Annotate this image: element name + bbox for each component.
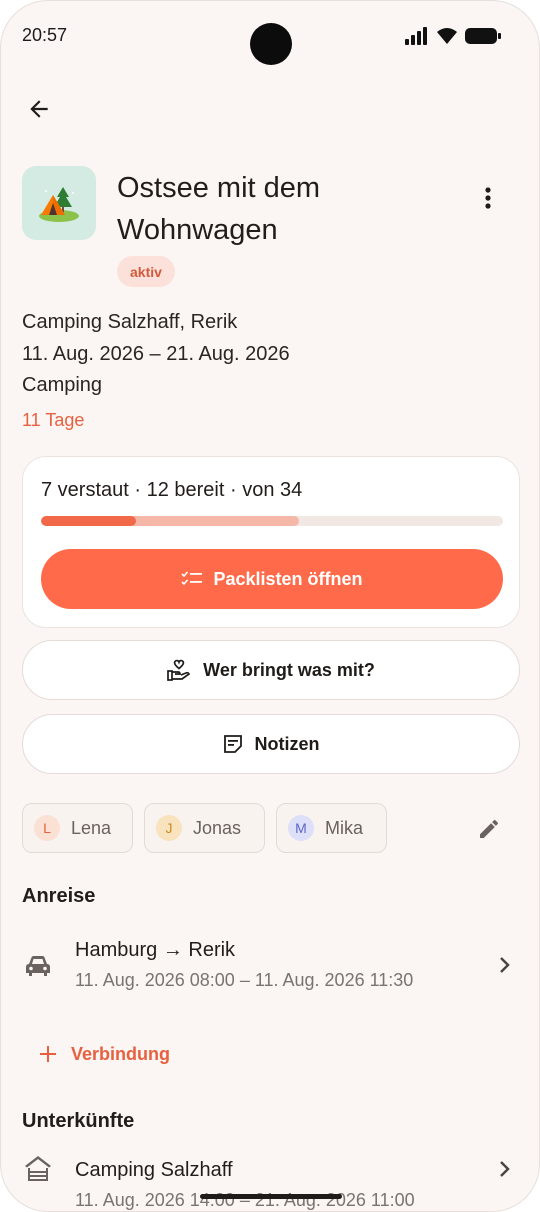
trip-type: Camping bbox=[22, 374, 103, 396]
notes-icon bbox=[223, 735, 242, 753]
travel-section-title: Anreise bbox=[22, 885, 96, 907]
packing-progress-bar bbox=[41, 516, 503, 526]
phone-screen: 20:57 Ostsee mit dem Wohnwagen aktiv Cam… bbox=[0, 0, 540, 1212]
route-to: Rerik bbox=[188, 939, 236, 961]
participant-name: Mika bbox=[325, 817, 364, 838]
status-time: 20:57 bbox=[22, 25, 68, 45]
trip-title: Ostsee mit dem Wohnwagen bbox=[117, 172, 321, 246]
packing-summary: 7 verstaut · 12 bereit · von 34 bbox=[41, 479, 303, 501]
progress-stowed-segment bbox=[41, 516, 137, 526]
open-packlists-label: Packlisten öffnen bbox=[213, 568, 363, 589]
participant-chip-lena[interactable]: L Lena bbox=[22, 803, 133, 853]
open-packlists-button[interactable]: Packlisten öffnen bbox=[41, 549, 503, 609]
more-vert-icon bbox=[485, 187, 491, 209]
travel-chevron-icon[interactable] bbox=[493, 953, 517, 977]
avatar: L bbox=[34, 815, 60, 841]
packing-card: 7 verstaut · 12 bereit · von 34 Packlist… bbox=[22, 456, 520, 628]
route-arrow: → bbox=[162, 939, 183, 961]
travel-time: 11. Aug. 2026 08:00 – 11. Aug. 2026 11:3… bbox=[75, 970, 414, 990]
plus-icon bbox=[40, 1046, 56, 1062]
trip-location: Camping Salzhaff, Rerik bbox=[22, 311, 238, 333]
participant-name: Jonas bbox=[193, 817, 242, 838]
back-button[interactable] bbox=[21, 91, 57, 127]
who-brings-button[interactable]: Wer bringt was mit? bbox=[22, 640, 520, 700]
car-icon bbox=[23, 951, 53, 981]
route-from: Hamburg bbox=[75, 939, 158, 961]
wifi-icon bbox=[436, 27, 458, 50]
edit-participants-button[interactable] bbox=[471, 811, 507, 847]
who-brings-label: Wer bringt was mit? bbox=[203, 659, 375, 680]
arrow-back-icon bbox=[30, 100, 48, 118]
pencil-icon bbox=[480, 819, 499, 838]
status-badge: aktiv bbox=[117, 256, 175, 287]
travel-route[interactable]: Hamburg → Rerik bbox=[75, 939, 235, 962]
home-indicator[interactable] bbox=[200, 1194, 342, 1199]
avatar: J bbox=[156, 815, 182, 841]
participant-chip-mika[interactable]: M Mika bbox=[276, 803, 387, 853]
camping-tent-icon bbox=[39, 187, 79, 222]
add-connection-label: Verbindung bbox=[71, 1043, 170, 1064]
volunteer-hand-icon bbox=[167, 659, 191, 681]
accommodations-section-title: Unterkünfte bbox=[22, 1110, 135, 1132]
camera-cutout bbox=[250, 23, 292, 65]
cabin-icon bbox=[23, 1153, 53, 1183]
checklist-icon bbox=[181, 571, 203, 586]
participant-name: Lena bbox=[71, 817, 112, 838]
status-icons bbox=[405, 27, 501, 50]
notes-button[interactable]: Notizen bbox=[22, 714, 520, 774]
signal-icon bbox=[405, 27, 429, 50]
avatar: M bbox=[288, 815, 314, 841]
battery-icon bbox=[465, 27, 501, 50]
trip-dates: 11. Aug. 2026 – 21. Aug. 2026 bbox=[22, 343, 290, 365]
more-options-button[interactable] bbox=[473, 181, 503, 215]
accommodation-chevron-icon[interactable] bbox=[493, 1157, 517, 1181]
notes-label: Notizen bbox=[254, 733, 320, 754]
trip-icon bbox=[22, 166, 96, 240]
accommodation-name[interactable]: Camping Salzhaff bbox=[75, 1159, 233, 1182]
participant-chip-jonas[interactable]: J Jonas bbox=[144, 803, 265, 853]
add-connection-button[interactable]: Verbindung bbox=[39, 1039, 170, 1069]
trip-duration: 11 Tage bbox=[22, 410, 85, 430]
